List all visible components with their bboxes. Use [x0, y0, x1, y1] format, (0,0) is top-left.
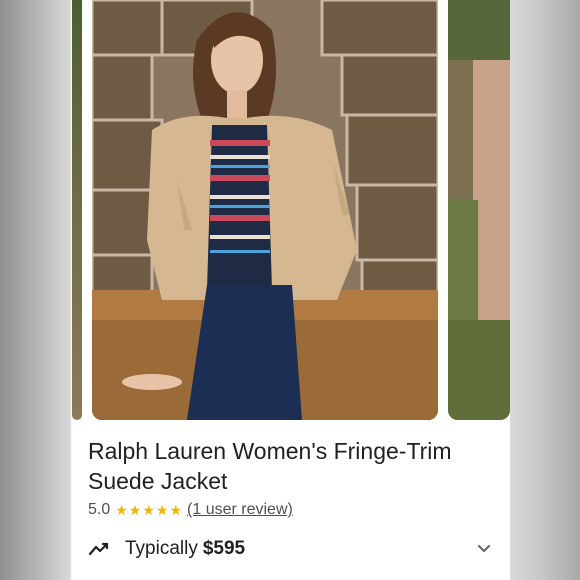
rating-score: 5.0: [88, 501, 111, 518]
carousel-image-next[interactable]: [448, 0, 510, 420]
carousel-image-main[interactable]: [92, 0, 438, 420]
price-value: $595: [202, 538, 246, 559]
review-link[interactable]: (1 user review): [187, 501, 293, 519]
trending-line-icon: [88, 542, 109, 556]
rating-row: 5.0 ★★★★★ (1 user review): [88, 500, 293, 520]
star-rating-icon: ★★★★★: [115, 501, 184, 518]
carousel-image-previous[interactable]: [72, 0, 82, 420]
next-product-photo: [448, 0, 510, 420]
product-photo: [92, 0, 438, 420]
price-label: Typically: [125, 538, 198, 559]
chevron-down-icon[interactable]: [474, 539, 494, 559]
product-title[interactable]: Ralph Lauren Women's Fringe-Trim Suede J…: [88, 436, 488, 496]
price-row[interactable]: Typically $595: [88, 537, 494, 561]
image-carousel[interactable]: [72, 0, 510, 420]
